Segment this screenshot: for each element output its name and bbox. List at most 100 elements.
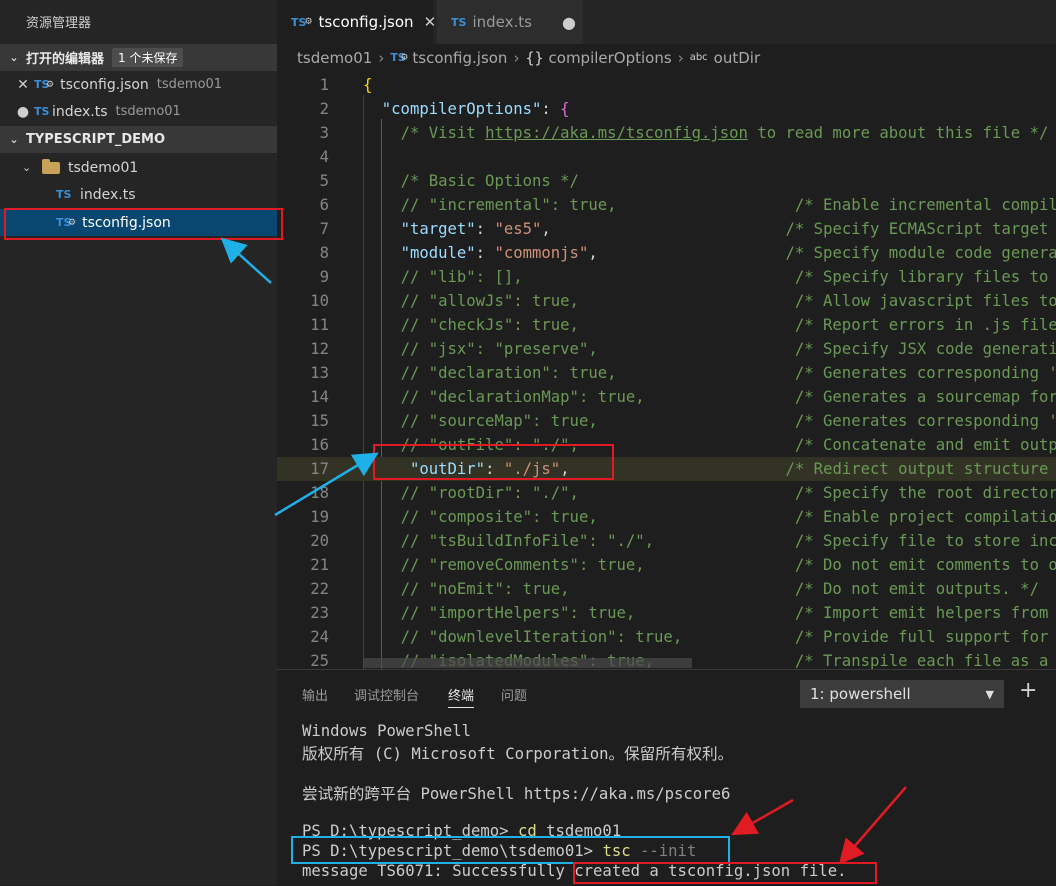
folder-icon	[42, 158, 60, 174]
terminal-prompt: PS D:\typescript_demo\tsdemo01>	[302, 842, 603, 860]
terminal-line: 版权所有 (C) Microsoft Corporation。保留所有权利。	[302, 745, 734, 763]
code-line[interactable]: 14 // "declarationMap": true, /* Generat…	[277, 385, 1056, 409]
line-code: "module": "commonjs", /* Specify module …	[400, 244, 1056, 262]
terminal-command: cd	[517, 822, 537, 840]
terminal-line[interactable]: message TS6071: Successfully created a t…	[302, 862, 847, 880]
breadcrumb-property[interactable]: outDir	[714, 49, 760, 67]
open-editor-filename: index.ts	[52, 103, 108, 120]
line-code: // "composite": true, /* Enable project …	[400, 508, 1056, 526]
gear-icon: ⚙	[304, 17, 313, 27]
line-number: 15	[310, 412, 329, 430]
code-line[interactable]: 18 // "rootDir": "./", /* Specify the ro…	[277, 481, 1056, 505]
breadcrumb: tsdemo01 › TS ⚙ tsconfig.json › {} compi…	[277, 44, 1056, 71]
terminal-select[interactable]: 1: powershell ▼	[800, 680, 1004, 708]
unsaved-dot-icon[interactable]: ●	[16, 104, 30, 120]
code-line[interactable]: 9 // "lib": [], /* Specify library files…	[277, 265, 1056, 289]
panel-tab-problems[interactable]: 问题	[501, 685, 527, 704]
line-number: 10	[310, 292, 329, 310]
terminal-flag: --init	[630, 842, 697, 860]
code-line[interactable]: 12 // "jsx": "preserve", /* Specify JSX …	[277, 337, 1056, 361]
file-name: tsconfig.json	[82, 214, 171, 231]
breadcrumb-symbol[interactable]: compilerOptions	[549, 49, 672, 67]
close-icon[interactable]: ✕	[16, 77, 30, 93]
line-code: /* Basic Options */	[400, 172, 579, 190]
file-index-ts[interactable]: TS index.ts	[0, 181, 277, 208]
code-line[interactable]: 8 "module": "commonjs", /* Specify modul…	[277, 241, 1056, 265]
terminal-line: PS D:\typescript_demo\tsdemo01> tsc --in…	[302, 842, 696, 860]
line-code: // "lib": [], /* Specify library files t…	[400, 268, 1049, 286]
line-code: "outDir": "./js", /* Redirect output str…	[409, 460, 1049, 478]
panel-tab-terminal[interactable]: 终端	[448, 685, 475, 708]
panel-tab-output[interactable]: 输出	[302, 685, 328, 704]
line-number: 21	[310, 556, 329, 574]
file-tsconfig-json[interactable]: TS ⚙ tsconfig.json	[0, 209, 277, 236]
horizontal-scrollbar[interactable]	[363, 658, 692, 668]
code-line[interactable]: 19 // "composite": true, /* Enable proje…	[277, 505, 1056, 529]
code-line[interactable]: 11 // "checkJs": true, /* Report errors …	[277, 313, 1056, 337]
file-name: index.ts	[80, 186, 136, 203]
line-code: // "removeComments": true, /* Do not emi…	[400, 556, 1056, 574]
line-number: 25	[310, 652, 329, 669]
code-line[interactable]: 21 // "removeComments": true, /* Do not …	[277, 553, 1056, 577]
code-line[interactable]: 13 // "declaration": true, /* Generates …	[277, 361, 1056, 385]
line-number: 17	[310, 460, 329, 478]
unsaved-dot-icon[interactable]: ●	[562, 13, 576, 32]
line-number: 24	[310, 628, 329, 646]
new-terminal-button[interactable]: +	[1019, 678, 1037, 703]
unsaved-badge: 1 个未保存	[112, 48, 184, 67]
line-code: {	[363, 76, 373, 94]
code-line[interactable]: 20 // "tsBuildInfoFile": "./", /* Specif…	[277, 529, 1056, 553]
panel-tab-debug-console[interactable]: 调试控制台	[354, 685, 419, 704]
open-editor-folder: tsdemo01	[156, 77, 223, 92]
code-line[interactable]: 16 // "outFile": "./", /* Concatenate an…	[277, 433, 1056, 457]
open-editors-label: 打开的编辑器	[26, 52, 105, 67]
code-line[interactable]: 23 // "importHelpers": true, /* Import e…	[277, 601, 1056, 625]
close-icon[interactable]: ✕	[424, 13, 437, 31]
line-number: 22	[310, 580, 329, 598]
tab-index-ts[interactable]: TS index.ts ●	[437, 0, 583, 44]
code-editor[interactable]: 1{2 "compilerOptions": {3 /* Visit https…	[277, 71, 1056, 669]
terminal-line: 尝试新的跨平台 PowerShell https://aka.ms/pscore…	[302, 785, 731, 803]
breadcrumb-file[interactable]: tsconfig.json	[412, 49, 507, 67]
breadcrumb-folder[interactable]: tsdemo01	[297, 49, 372, 67]
tab-tsconfig-json[interactable]: TS ⚙ tsconfig.json ✕	[277, 0, 436, 44]
line-number: 4	[319, 148, 329, 166]
code-line[interactable]: 1{	[277, 73, 1056, 97]
open-editor-filename: tsconfig.json	[60, 76, 149, 93]
chevron-right-icon: ›	[513, 48, 520, 67]
explorer-title: 资源管理器	[26, 16, 92, 31]
folder-name: tsdemo01	[68, 159, 139, 176]
bottom-panel: 输出 调试控制台 终端 问题 1: powershell ▼ + Windows…	[277, 669, 1056, 886]
open-editor-index[interactable]: ● TS index.ts tsdemo01	[0, 98, 277, 125]
folder-tsdemo01[interactable]: ⌄ tsdemo01	[0, 154, 277, 181]
code-line[interactable]: 4	[277, 145, 1056, 169]
code-line[interactable]: 2 "compilerOptions": {	[277, 97, 1056, 121]
string-property-icon: abc	[689, 52, 708, 63]
terminal-command: tsc	[602, 842, 631, 860]
ts-file-icon: TS	[451, 15, 467, 29]
ts-file-icon: TS	[34, 105, 50, 118]
terminal-prompt: PS D:\typescript_demo>	[302, 822, 518, 840]
code-line[interactable]: 24 // "downlevelIteration": true, /* Pro…	[277, 625, 1056, 649]
line-number: 1	[319, 76, 329, 94]
code-line[interactable]: 22 // "noEmit": true, /* Do not emit out…	[277, 577, 1056, 601]
code-line[interactable]: 3 /* Visit https://aka.ms/tsconfig.json …	[277, 121, 1056, 145]
code-line[interactable]: 7 "target": "es5", /* Specify ECMAScript…	[277, 217, 1056, 241]
open-editor-tsconfig[interactable]: ✕ TS ⚙ tsconfig.json tsdemo01	[0, 71, 277, 98]
line-number: 8	[319, 244, 329, 262]
code-line[interactable]: 10 // "allowJs": true, /* Allow javascri…	[277, 289, 1056, 313]
line-number: 19	[310, 508, 329, 526]
line-number: 11	[310, 316, 329, 334]
line-number: 23	[310, 604, 329, 622]
chevron-down-icon: ⌄	[22, 161, 32, 174]
code-line[interactable]: 15 // "sourceMap": true, /* Generates co…	[277, 409, 1056, 433]
dropdown-arrow-icon: ▼	[985, 687, 994, 701]
terminal-line: PS D:\typescript_demo> cd tsdemo01	[302, 822, 621, 840]
open-editors-section[interactable]: ⌄ 打开的编辑器 1 个未保存	[0, 44, 277, 71]
line-number: 14	[310, 388, 329, 406]
workspace-section[interactable]: ⌄ TYPESCRIPT_DEMO	[0, 126, 277, 153]
code-line[interactable]: 5 /* Basic Options */	[277, 169, 1056, 193]
line-code: // "checkJs": true, /* Report errors in …	[400, 316, 1056, 334]
code-line[interactable]: 6 // "incremental": true, /* Enable incr…	[277, 193, 1056, 217]
code-line[interactable]: 17 "outDir": "./js", /* Redirect output …	[277, 457, 1056, 481]
